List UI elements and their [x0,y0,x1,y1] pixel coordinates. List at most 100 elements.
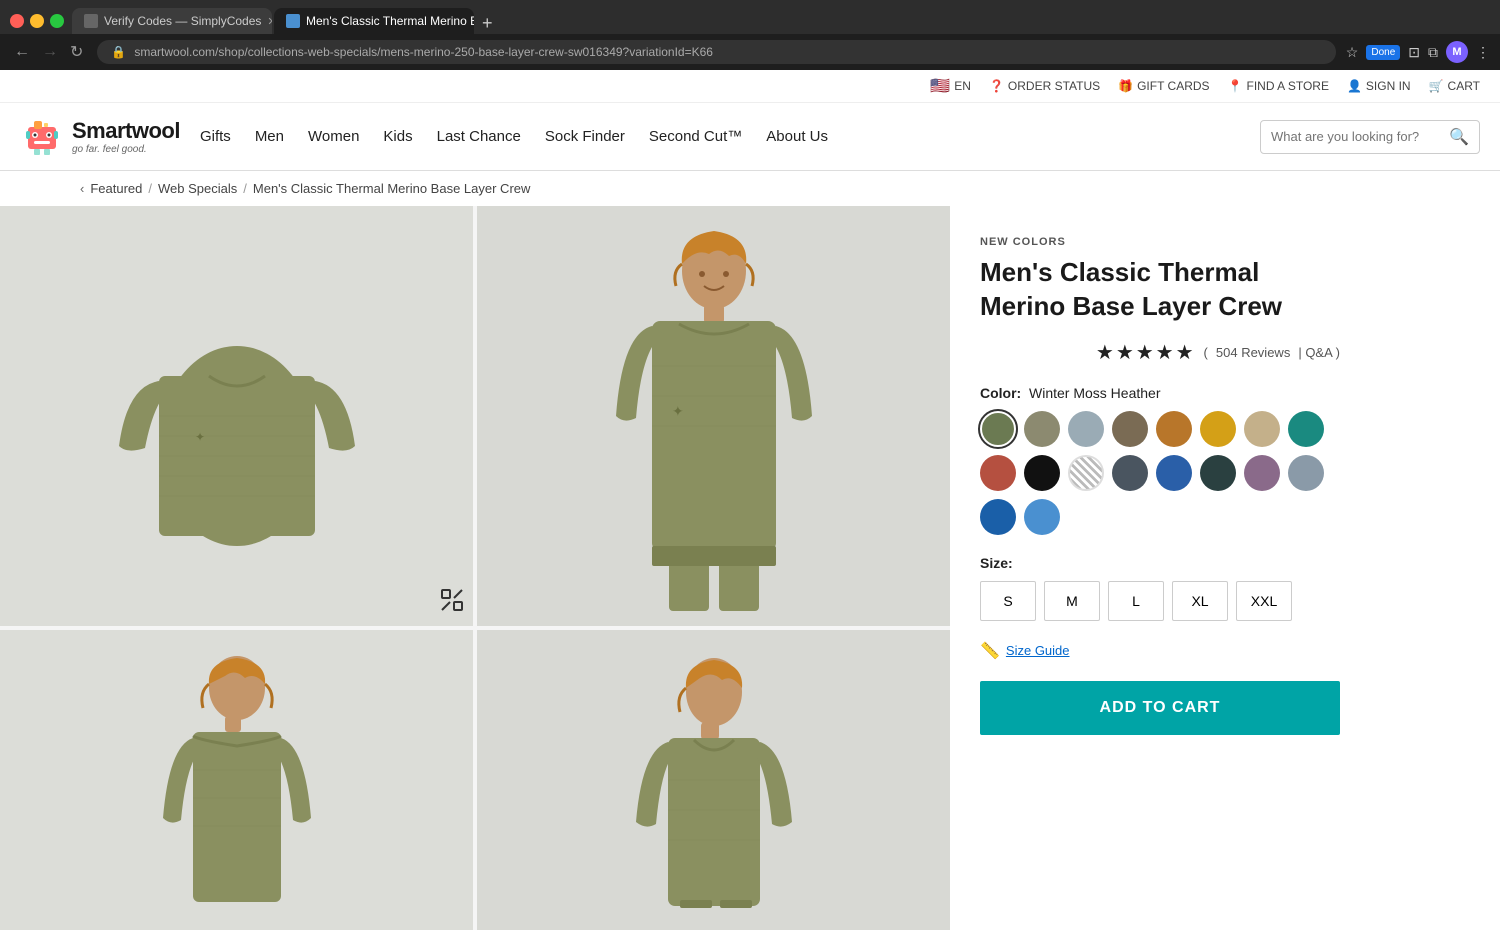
tab-close-simplycodes[interactable]: ✕ [267,15,272,28]
cart-icon: 🛒 [1429,79,1444,93]
size-guide-row[interactable]: 📏 Size Guide [980,641,1340,661]
color-swatch-c1[interactable] [980,411,1016,447]
breadcrumb: ‹ Featured / Web Specials / Men's Classi… [0,171,1500,206]
tab-icon-simplycodes [84,14,98,28]
color-swatch-c7[interactable] [1244,411,1280,447]
color-swatch-c16[interactable] [1288,455,1324,491]
nav-gifts[interactable]: Gifts [200,128,231,145]
color-swatch-c2[interactable] [1024,411,1060,447]
logo-icon [20,113,64,160]
size-section: Size: SMLXLXXL [980,555,1340,621]
find-store-link[interactable]: 📍 FIND A STORE [1228,79,1329,93]
model-back-svg [137,650,337,910]
gallery-cell-3[interactable] [0,630,473,930]
color-swatch-c10[interactable] [1024,455,1060,491]
search-button[interactable]: 🔍 [1449,127,1469,147]
color-swatch-c8[interactable] [1288,411,1324,447]
maximize-btn[interactable] [50,14,64,28]
size-button-l[interactable]: L [1108,581,1164,621]
profile-avatar[interactable]: M [1446,41,1468,63]
cart-label: CART [1448,79,1480,93]
gallery-cell-2[interactable]: ✦ [477,206,950,626]
gallery-cell-1[interactable]: ✦ [0,206,473,626]
nav-second-cut[interactable]: Second Cut™ [649,128,742,145]
shirt-flat-svg: ✦ [117,256,357,576]
tab-simpycodes[interactable]: Verify Codes — SimplyCodes ✕ [72,8,272,34]
location-icon: 📍 [1228,79,1243,93]
utility-bar: 🇺🇸 EN ❓ ORDER STATUS 🎁 GIFT CARDS 📍 FIND… [0,70,1500,103]
split-screen-button[interactable]: ⧉ [1428,44,1438,61]
color-swatch-c3[interactable] [1068,411,1104,447]
size-button-m[interactable]: M [1044,581,1100,621]
color-label: Color: Winter Moss Heather [980,385,1340,401]
rating-qa[interactable]: | Q&A ) [1298,345,1340,360]
color-swatch-c15[interactable] [1244,455,1280,491]
color-swatch-c9[interactable] [980,455,1016,491]
color-swatch-c5[interactable] [1156,411,1192,447]
forward-button[interactable]: → [38,41,62,63]
size-guide-link[interactable]: Size Guide [1006,643,1070,658]
color-swatch-c11[interactable] [1068,455,1104,491]
product-title: Men's Classic Thermal Merino Base Layer … [980,256,1340,324]
search-bar[interactable]: 🔍 [1260,120,1480,154]
nav-men[interactable]: Men [255,128,284,145]
gift-cards-link[interactable]: 🎁 GIFT CARDS [1118,79,1209,93]
nav-about-us[interactable]: About Us [766,128,828,145]
model-34-svg [604,650,824,910]
expand-icon[interactable] [441,589,463,616]
flag-icon: 🇺🇸 [930,76,950,96]
order-status-link[interactable]: ❓ ORDER STATUS [989,79,1100,93]
nav-women[interactable]: Women [308,128,359,145]
logo-container[interactable]: Smartwool go far. feel good. [20,113,180,160]
color-swatch-c18[interactable] [1024,499,1060,535]
nav-kids[interactable]: Kids [383,128,412,145]
close-btn[interactable] [10,14,24,28]
color-swatch-c17[interactable] [980,499,1016,535]
extensions-button[interactable]: ⊡ [1408,44,1420,61]
nav-sock-finder[interactable]: Sock Finder [545,128,625,145]
sign-in-icon: 👤 [1347,79,1362,93]
nav-last-chance[interactable]: Last Chance [437,128,521,145]
size-buttons: SMLXLXXL [980,581,1340,621]
color-swatch-c12[interactable] [1112,455,1148,491]
size-button-xl[interactable]: XL [1172,581,1228,621]
new-tab-button[interactable]: + [476,13,499,34]
tab-label-smartwool: Men's Classic Thermal Merino B… [306,14,474,28]
bookmark-button[interactable]: ☆ [1346,44,1359,61]
add-to-cart-button[interactable]: ADD TO CART [980,681,1340,735]
done-badge[interactable]: Done [1366,45,1400,60]
url-bar[interactable]: 🔒 smartwool.com/shop/collections-web-spe… [97,40,1335,64]
order-status-label: ORDER STATUS [1008,79,1100,93]
menu-button[interactable]: ⋮ [1476,44,1490,61]
rating-count[interactable]: 504 Reviews [1216,345,1290,360]
back-button[interactable]: ← [10,41,34,63]
reload-button[interactable]: ↻ [66,40,87,64]
minimize-btn[interactable] [30,14,44,28]
color-selected: Winter Moss Heather [1029,385,1160,401]
color-swatch-c13[interactable] [1156,455,1192,491]
tab-icon-smartwool [286,14,300,28]
language-selector[interactable]: 🇺🇸 EN [930,76,971,96]
size-button-xxl[interactable]: XXL [1236,581,1292,621]
color-section: Color: Winter Moss Heather [980,385,1340,535]
brand-tagline: go far. feel good. [72,144,180,155]
color-swatch-c6[interactable] [1200,411,1236,447]
cart-link[interactable]: 🛒 CART [1429,79,1480,93]
tab-smartwool[interactable]: Men's Classic Thermal Merino B… ✕ [274,8,474,34]
gift-cards-label: GIFT CARDS [1137,79,1209,93]
sign-in-link[interactable]: 👤 SIGN IN [1347,79,1411,93]
svg-text:✦: ✦ [195,430,205,444]
address-bar: ← → ↻ 🔒 smartwool.com/shop/collections-w… [0,34,1500,70]
size-button-s[interactable]: S [980,581,1036,621]
color-swatch-c4[interactable] [1112,411,1148,447]
breadcrumb-web-specials[interactable]: Web Specials [158,181,237,196]
gallery-cell-4[interactable] [477,630,950,930]
breadcrumb-featured[interactable]: Featured [90,181,142,196]
order-status-icon: ❓ [989,79,1004,93]
url-text: smartwool.com/shop/collections-web-speci… [134,45,713,59]
color-swatch-c14[interactable] [1200,455,1236,491]
browser-chrome: Verify Codes — SimplyCodes ✕ Men's Class… [0,0,1500,34]
browser-actions: ☆ Done ⊡ ⧉ M ⋮ [1346,41,1490,63]
browser-controls [10,14,64,28]
search-input[interactable] [1271,129,1449,144]
